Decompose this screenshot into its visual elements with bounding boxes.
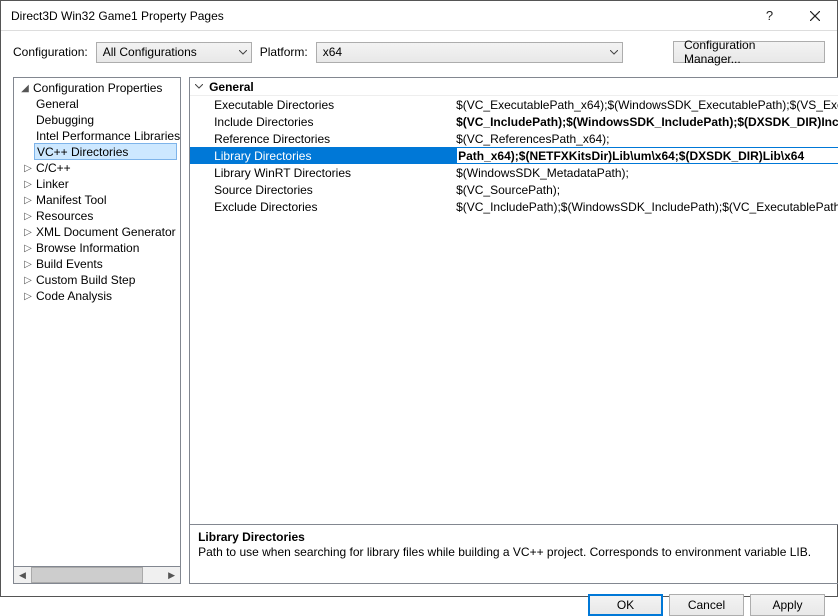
- platform-combo[interactable]: x64: [316, 42, 623, 63]
- property-row[interactable]: Source Directories$(VC_SourcePath);: [190, 181, 838, 198]
- tree-item-label: C/C++: [36, 161, 71, 175]
- dialog-footer: OK Cancel Apply: [1, 584, 837, 616]
- property-name: Library Directories: [190, 149, 456, 163]
- property-name: Library WinRT Directories: [190, 166, 456, 180]
- tree-item-label: Resources: [36, 209, 93, 223]
- expand-icon[interactable]: ▷: [22, 179, 34, 190]
- expand-icon[interactable]: ▷: [22, 163, 34, 174]
- property-row[interactable]: Include Directories$(VC_IncludePath);$(W…: [190, 113, 838, 130]
- expand-icon[interactable]: ▷: [22, 211, 34, 222]
- chevron-down-icon: [239, 50, 247, 55]
- property-row[interactable]: Reference Directories$(VC_ReferencesPath…: [190, 130, 838, 147]
- property-name: Executable Directories: [190, 98, 456, 112]
- tree-root-label: Configuration Properties: [33, 81, 162, 95]
- platform-label: Platform:: [260, 45, 308, 59]
- property-value[interactable]: $(VC_IncludePath);$(WindowsSDK_IncludePa…: [456, 115, 838, 129]
- platform-value: x64: [323, 45, 342, 59]
- collapse-icon[interactable]: ◢: [19, 83, 31, 94]
- property-grid[interactable]: General Executable Directories$(VC_Execu…: [189, 77, 838, 525]
- scroll-left-icon[interactable]: ◀: [14, 567, 31, 583]
- property-value[interactable]: $(WindowsSDK_MetadataPath);: [456, 166, 838, 180]
- chevron-down-icon: [610, 50, 618, 55]
- tree-item[interactable]: ▷Code Analysis: [14, 288, 180, 304]
- nav-tree[interactable]: ◢ Configuration Properties General Debugg…: [13, 77, 181, 567]
- tree-item[interactable]: ▷Linker: [14, 176, 180, 192]
- property-name: Include Directories: [190, 115, 456, 129]
- property-name: Source Directories: [190, 183, 456, 197]
- tree-item[interactable]: ▷Manifest Tool: [14, 192, 180, 208]
- scroll-thumb[interactable]: [31, 567, 143, 583]
- ok-button[interactable]: OK: [588, 594, 663, 616]
- property-value[interactable]: $(VC_ExecutablePath_x64);$(WindowsSDK_Ex…: [456, 98, 838, 112]
- tree-item[interactable]: ▷Resources: [14, 208, 180, 224]
- tree-item-label: Linker: [36, 177, 69, 191]
- property-value[interactable]: Path_x64);$(NETFXKitsDir)Lib\um\x64;$(DX…: [456, 147, 838, 164]
- property-row[interactable]: Library DirectoriesPath_x64);$(NETFXKits…: [190, 147, 838, 164]
- description-panel: Library Directories Path to use when sea…: [189, 525, 838, 584]
- property-value[interactable]: $(VC_ReferencesPath_x64);: [456, 132, 838, 146]
- tree-item-label: Debugging: [36, 113, 94, 127]
- tree-item-label: XML Document Generator: [36, 225, 176, 239]
- config-bar: Configuration: All Configurations Platfo…: [1, 31, 837, 77]
- tree-item-label: Build Events: [36, 257, 103, 271]
- property-row[interactable]: Exclude Directories$(VC_IncludePath);$(W…: [190, 198, 838, 215]
- property-name: Exclude Directories: [190, 200, 456, 214]
- apply-button[interactable]: Apply: [750, 594, 825, 616]
- tree-item-label: Intel Performance Libraries: [36, 129, 180, 143]
- tree-item[interactable]: ▷Custom Build Step: [14, 272, 180, 288]
- expand-icon[interactable]: ▷: [22, 227, 34, 238]
- tree-item[interactable]: ▷XML Document Generator: [14, 224, 180, 240]
- tree-item[interactable]: Debugging: [14, 112, 180, 128]
- grid-section-label: General: [209, 80, 254, 94]
- tree-item[interactable]: ▷Browse Information: [14, 240, 180, 256]
- tree-item-label: VC++ Directories: [37, 145, 128, 159]
- close-button[interactable]: [792, 1, 837, 31]
- tree-root[interactable]: ◢ Configuration Properties: [14, 80, 180, 96]
- property-row[interactable]: Executable Directories$(VC_ExecutablePat…: [190, 96, 838, 113]
- configuration-manager-button[interactable]: Configuration Manager...: [673, 41, 825, 63]
- tree-item[interactable]: ▷C/C++: [14, 160, 180, 176]
- tree-item-label: Code Analysis: [36, 289, 112, 303]
- tree-item-label: General: [36, 97, 79, 111]
- tree-hscrollbar[interactable]: ◀ ▶: [13, 567, 181, 584]
- help-button[interactable]: ?: [747, 1, 792, 31]
- configuration-value: All Configurations: [103, 45, 197, 59]
- property-value[interactable]: $(VC_IncludePath);$(WindowsSDK_IncludePa…: [456, 200, 838, 214]
- tree-item[interactable]: ▷Build Events: [14, 256, 180, 272]
- property-name: Reference Directories: [190, 132, 456, 146]
- tree-item[interactable]: Intel Performance Libraries: [14, 128, 180, 144]
- expand-icon[interactable]: ▷: [22, 243, 34, 254]
- tree-item-label: Manifest Tool: [36, 193, 106, 207]
- property-row[interactable]: Library WinRT Directories$(WindowsSDK_Me…: [190, 164, 838, 181]
- tree-item-label: Custom Build Step: [36, 273, 135, 287]
- titlebar: Direct3D Win32 Game1 Property Pages ?: [1, 1, 837, 31]
- tree-item[interactable]: General: [14, 96, 180, 112]
- expand-icon[interactable]: ▷: [22, 195, 34, 206]
- configuration-combo[interactable]: All Configurations: [96, 42, 252, 63]
- tree-item-label: Browse Information: [36, 241, 139, 255]
- expand-icon[interactable]: ▷: [22, 275, 34, 286]
- scroll-track[interactable]: [31, 567, 163, 583]
- expand-icon[interactable]: ▷: [22, 291, 34, 302]
- window-title: Direct3D Win32 Game1 Property Pages: [11, 9, 747, 23]
- description-text: Path to use when searching for library f…: [198, 545, 838, 560]
- description-title: Library Directories: [198, 530, 838, 544]
- expand-icon[interactable]: ▷: [22, 259, 34, 270]
- grid-section-header[interactable]: General: [190, 78, 838, 96]
- property-value[interactable]: $(VC_SourcePath);: [456, 183, 838, 197]
- scroll-right-icon[interactable]: ▶: [163, 567, 180, 583]
- tree-item[interactable]: VC++ Directories: [34, 143, 177, 160]
- cancel-button[interactable]: Cancel: [669, 594, 744, 616]
- collapse-icon[interactable]: [195, 81, 209, 92]
- configuration-label: Configuration:: [13, 45, 88, 59]
